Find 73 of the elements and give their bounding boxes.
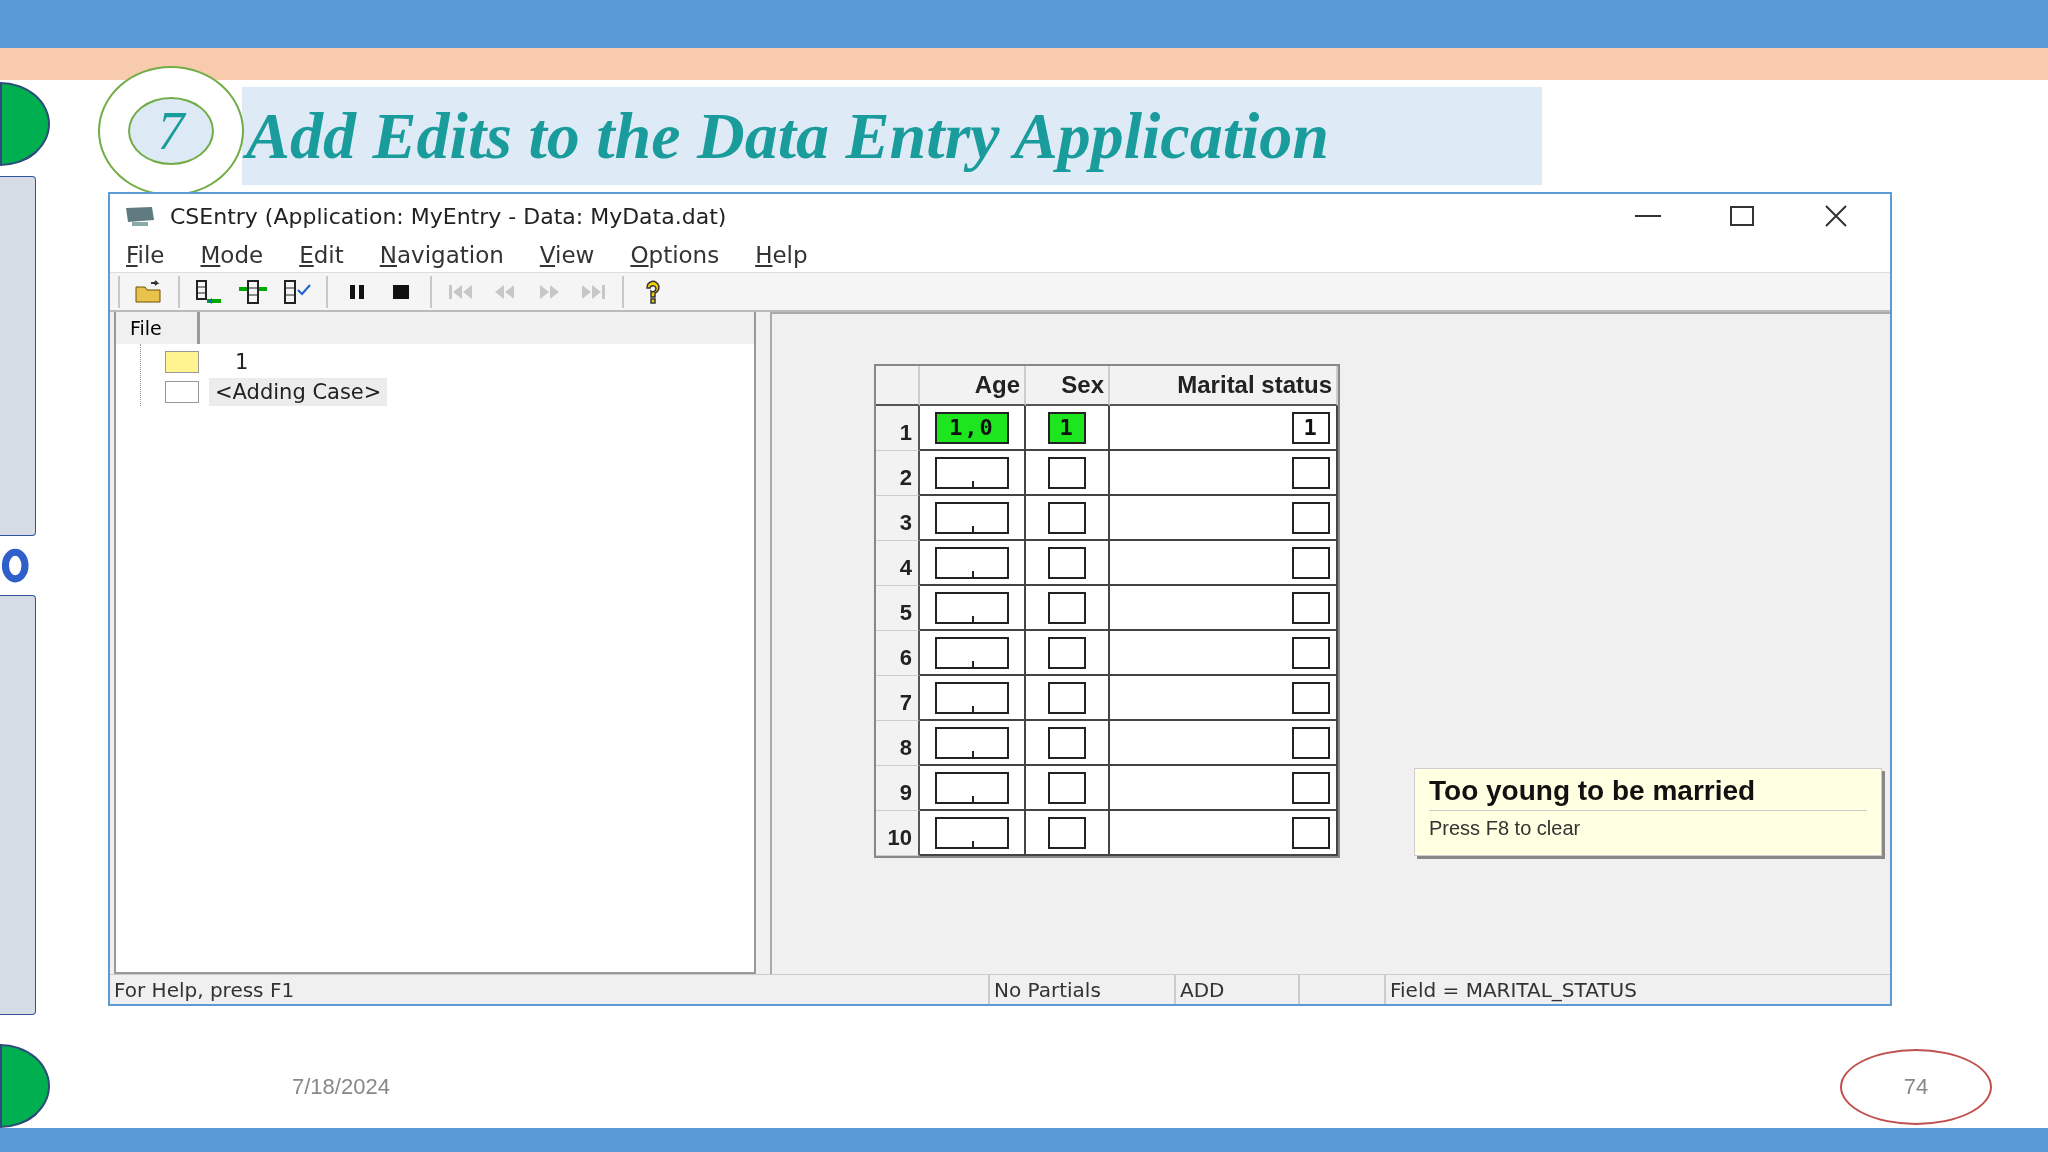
folder-icon bbox=[134, 278, 164, 305]
entry-field[interactable] bbox=[1048, 726, 1086, 759]
case-swatch bbox=[165, 381, 199, 403]
case-swatch bbox=[165, 351, 199, 373]
entry-field[interactable] bbox=[1048, 816, 1086, 849]
entry-field[interactable] bbox=[1048, 591, 1086, 624]
entry-field[interactable]: 1,0 bbox=[935, 411, 1009, 444]
menu-item[interactable]: File bbox=[126, 242, 165, 268]
tree-item[interactable]: 1 bbox=[229, 348, 255, 376]
status-pane: No Partials bbox=[988, 975, 1174, 1004]
monitor-icon bbox=[124, 205, 156, 227]
entry-field[interactable] bbox=[1292, 636, 1330, 669]
row-number: 3 bbox=[876, 496, 920, 541]
record-check-icon bbox=[282, 278, 312, 305]
entry-field[interactable] bbox=[1292, 546, 1330, 579]
row-number: 8 bbox=[876, 721, 920, 766]
menu-item[interactable]: Edit bbox=[299, 242, 344, 268]
row-number: 10 bbox=[876, 811, 920, 856]
row-number: 5 bbox=[876, 586, 920, 631]
record-add-icon bbox=[194, 278, 224, 305]
window-title: CSEntry (Application: MyEntry - Data: MyData.dat) bbox=[170, 203, 727, 229]
menu-item[interactable]: Help bbox=[755, 242, 808, 268]
entry-field[interactable] bbox=[935, 591, 1009, 624]
row-number: 4 bbox=[876, 541, 920, 586]
row-number: 6 bbox=[876, 631, 920, 676]
entry-field[interactable] bbox=[1292, 681, 1330, 714]
entry-field[interactable] bbox=[935, 726, 1009, 759]
tree-item[interactable]: <Adding Case> bbox=[209, 378, 388, 406]
entry-field[interactable]: 1 bbox=[1292, 411, 1330, 444]
entry-field[interactable] bbox=[935, 636, 1009, 669]
entry-field[interactable] bbox=[935, 501, 1009, 534]
maximize-icon bbox=[1730, 206, 1754, 226]
entry-field[interactable] bbox=[1292, 726, 1330, 759]
column-header: Marital status bbox=[1110, 366, 1338, 406]
entry-field[interactable] bbox=[1048, 636, 1086, 669]
menu-item[interactable]: Navigation bbox=[379, 242, 504, 268]
status-field: Field = MARITAL_STATUS bbox=[1384, 975, 1890, 1004]
row-number: 2 bbox=[876, 451, 920, 496]
entry-field[interactable] bbox=[935, 546, 1009, 579]
entry-field[interactable]: 1 bbox=[1048, 411, 1086, 444]
status-pane: ADD bbox=[1174, 975, 1298, 1004]
entry-field[interactable] bbox=[1048, 456, 1086, 489]
entry-field[interactable] bbox=[1048, 771, 1086, 804]
entry-field[interactable] bbox=[1048, 681, 1086, 714]
menu-item[interactable]: Mode bbox=[200, 242, 264, 268]
slide-date: 7/18/2024 bbox=[292, 1074, 390, 1100]
row-number: 7 bbox=[876, 676, 920, 721]
status-text: For Help, press F1 bbox=[113, 976, 296, 1004]
entry-field[interactable] bbox=[1048, 546, 1086, 579]
column-header: Sex bbox=[1026, 366, 1110, 406]
menu-item[interactable]: Options bbox=[630, 242, 720, 268]
message-hint: Press F8 to clear bbox=[1429, 816, 1582, 840]
step-number: 7 bbox=[128, 97, 214, 165]
entry-field[interactable] bbox=[935, 681, 1009, 714]
page-number: 74 bbox=[1840, 1049, 1992, 1125]
entry-field[interactable] bbox=[1292, 771, 1330, 804]
entry-field[interactable] bbox=[1292, 501, 1330, 534]
entry-field[interactable] bbox=[1292, 456, 1330, 489]
entry-field[interactable] bbox=[935, 771, 1009, 804]
row-number: 1 bbox=[876, 406, 920, 451]
entry-field[interactable] bbox=[935, 816, 1009, 849]
record-insert-icon bbox=[238, 278, 268, 305]
entry-field[interactable] bbox=[1292, 816, 1330, 849]
minimize-icon bbox=[1635, 215, 1661, 217]
close-icon bbox=[1825, 205, 1847, 227]
row-number: 9 bbox=[876, 766, 920, 811]
entry-field[interactable] bbox=[1292, 591, 1330, 624]
message-title: Too young to be married bbox=[1429, 775, 1867, 811]
menu-item[interactable]: View bbox=[539, 242, 595, 268]
entry-field[interactable] bbox=[1048, 501, 1086, 534]
column-header: Age bbox=[920, 366, 1026, 406]
entry-field[interactable] bbox=[935, 456, 1009, 489]
corner-cell bbox=[876, 366, 920, 406]
